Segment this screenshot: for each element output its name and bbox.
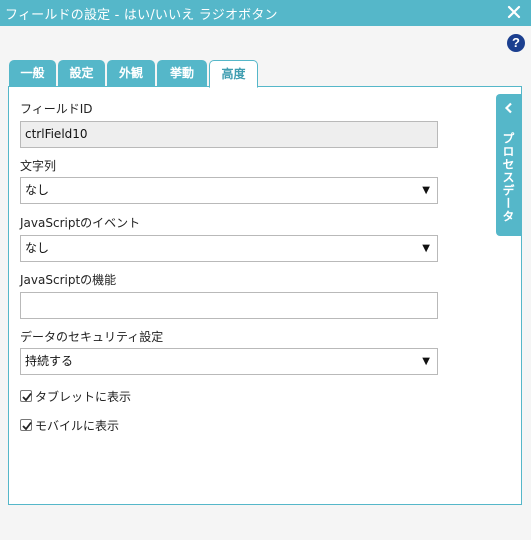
show-mobile-label: モバイルに表示 bbox=[35, 418, 120, 433]
process-data-panel-toggle[interactable]: プロセスデータ bbox=[496, 94, 521, 236]
field-id-input[interactable]: ctrlField10 bbox=[20, 121, 438, 148]
js-event-select[interactable]: なし ▼ bbox=[20, 235, 438, 262]
string-select[interactable]: なし ▼ bbox=[20, 177, 438, 204]
js-function-input[interactable] bbox=[20, 292, 438, 319]
js-event-select-value: なし bbox=[25, 241, 50, 255]
show-tablet-option[interactable]: タブレットに表示 bbox=[20, 388, 131, 404]
process-data-label: プロセスデータ bbox=[501, 132, 515, 223]
js-function-label: JavaScriptの機能 bbox=[20, 273, 117, 287]
data-security-label: データのセキュリティ設定 bbox=[20, 330, 164, 344]
dropdown-arrow-icon: ▼ bbox=[422, 185, 430, 196]
window-title: フィールドの設定 - はい/いいえ ラジオボタン bbox=[5, 8, 278, 23]
tab-settings[interactable]: 設定 bbox=[58, 60, 105, 87]
show-mobile-option[interactable]: モバイルに表示 bbox=[20, 417, 119, 433]
string-select-value: なし bbox=[25, 183, 50, 197]
string-label: 文字列 bbox=[20, 159, 57, 173]
chevron-left-icon bbox=[504, 102, 514, 114]
tab-advanced[interactable]: 高度 bbox=[209, 60, 258, 88]
field-id-label: フィールドID bbox=[20, 102, 93, 116]
tab-behavior[interactable]: 挙動 bbox=[157, 60, 207, 87]
close-icon[interactable] bbox=[505, 3, 523, 21]
tab-general[interactable]: 一般 bbox=[9, 60, 56, 87]
show-mobile-checkbox[interactable] bbox=[20, 419, 32, 431]
show-tablet-label: タブレットに表示 bbox=[35, 389, 132, 404]
help-icon[interactable]: ? bbox=[507, 34, 525, 52]
tab-appearance[interactable]: 外観 bbox=[107, 60, 155, 87]
title-bar: フィールドの設定 - はい/いいえ ラジオボタン bbox=[0, 0, 531, 26]
show-tablet-checkbox[interactable] bbox=[20, 390, 32, 402]
dropdown-arrow-icon: ▼ bbox=[422, 243, 430, 254]
data-security-select[interactable]: 持続する ▼ bbox=[20, 348, 438, 375]
js-event-label: JavaScriptのイベント bbox=[20, 216, 141, 230]
dropdown-arrow-icon: ▼ bbox=[422, 356, 430, 367]
data-security-select-value: 持続する bbox=[25, 354, 74, 368]
